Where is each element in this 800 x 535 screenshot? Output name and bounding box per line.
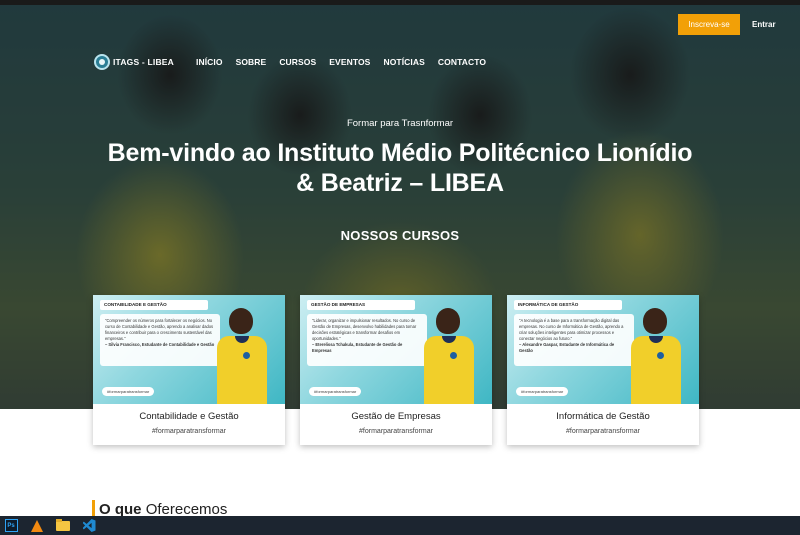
- enroll-button[interactable]: Inscreva-se: [678, 13, 740, 35]
- nav-item-cursos[interactable]: CURSOS: [279, 57, 316, 67]
- vlc-icon: [31, 519, 43, 532]
- header-actions: Inscreva-se Entrar: [678, 12, 800, 36]
- student-photo: [420, 308, 478, 404]
- offer-accent-bar: [92, 500, 95, 516]
- course-image-author: – Eterelissa Tchakula, Estudante de Gest…: [312, 342, 403, 353]
- course-image: CONTABILIDADE E GESTÃO "Compreender os n…: [93, 295, 285, 404]
- course-image-quote: "Compreender os números para fortalecer …: [105, 318, 214, 341]
- photoshop-icon: Ps: [4, 519, 18, 532]
- nav-item-eventos[interactable]: EVENTOS: [329, 57, 370, 67]
- course-card-informatica[interactable]: INFORMÁTICA DE GESTÃO "A tecnologia é a …: [507, 295, 699, 445]
- course-image-header: CONTABILIDADE E GESTÃO: [100, 300, 208, 310]
- vscode-icon: [82, 519, 96, 532]
- course-image-header: GESTÃO DE EMPRESAS: [307, 300, 415, 310]
- course-image-author: – Alexandre Gaspar, Estudante de Informá…: [519, 342, 615, 353]
- course-image-tag: #formarparatransformar: [516, 387, 569, 396]
- taskbar-vscode[interactable]: [80, 518, 98, 534]
- course-image-quote-box: "A tecnologia é a base para a transforma…: [514, 314, 634, 366]
- course-image-author: – Silvia Francisco, Estudante de Contabi…: [105, 342, 215, 347]
- course-title: Informática de Gestão: [556, 411, 650, 422]
- course-image-quote-box: "Compreender os números para fortalecer …: [100, 314, 220, 366]
- hero-title: Bem-vindo ao Instituto Médio Politécnico…: [60, 138, 740, 198]
- nav-item-inicio[interactable]: INÍCIO: [196, 57, 223, 67]
- course-card-contabilidade[interactable]: CONTABILIDADE E GESTÃO "Compreender os n…: [93, 295, 285, 445]
- offer-heading-bold: O que: [99, 501, 142, 516]
- main-navbar: ITAGS - LIBEA INÍCIO SOBRE CURSOS EVENTO…: [94, 53, 499, 71]
- taskbar-file-explorer[interactable]: [54, 518, 72, 534]
- taskbar-photoshop[interactable]: Ps: [2, 518, 20, 534]
- course-image: GESTÃO DE EMPRESAS "Liderar, organizar e…: [300, 295, 492, 404]
- course-image-tag: #formarparatransformar: [102, 387, 155, 396]
- course-image-quote-box: "Liderar, organizar e impulsionar result…: [307, 314, 427, 366]
- hero-tagline: Formar para Trasnformar: [346, 118, 454, 129]
- nav-item-sobre[interactable]: SOBRE: [236, 57, 267, 67]
- hero-title-line-1: Bem-vindo ao Instituto Médio Politécnico…: [107, 139, 693, 167]
- course-hashtag: #formarparatransformar: [152, 428, 226, 435]
- course-image-tag: #formarparatransformar: [309, 387, 362, 396]
- logo-icon[interactable]: [94, 54, 110, 70]
- logo-text[interactable]: ITAGS - LIBEA: [113, 57, 174, 67]
- course-image: INFORMÁTICA DE GESTÃO "A tecnologia é a …: [507, 295, 699, 404]
- course-title: Gestão de Empresas: [351, 411, 441, 422]
- hero-title-line-2: & Beatriz – LIBEA: [296, 169, 504, 197]
- folder-icon: [56, 518, 70, 531]
- student-photo: [213, 308, 271, 404]
- offer-heading-rest: Oferecemos: [145, 501, 228, 516]
- courses-heading: NOSSOS CURSOS: [340, 228, 460, 243]
- nav-links: INÍCIO SOBRE CURSOS EVENTOS NOTÍCIAS CON…: [196, 57, 499, 67]
- course-hashtag: #formarparatransformar: [566, 428, 640, 435]
- nav-item-noticias[interactable]: NOTÍCIAS: [383, 57, 424, 67]
- login-link[interactable]: Entrar: [750, 20, 800, 29]
- nav-item-contacto[interactable]: CONTACTO: [438, 57, 486, 67]
- taskbar-vlc[interactable]: [28, 518, 46, 534]
- student-photo: [627, 308, 685, 404]
- course-title: Contabilidade e Gestão: [139, 411, 239, 422]
- course-image-header: INFORMÁTICA DE GESTÃO: [514, 300, 622, 310]
- offer-heading: O que Oferecemos: [92, 500, 227, 516]
- course-image-quote: "Liderar, organizar e impulsionar result…: [312, 318, 417, 341]
- course-card-gestao-empresas[interactable]: GESTÃO DE EMPRESAS "Liderar, organizar e…: [300, 295, 492, 445]
- course-image-quote: "A tecnologia é a base para a transforma…: [519, 318, 624, 341]
- os-taskbar: Ps: [0, 516, 800, 535]
- course-hashtag: #formarparatransformar: [359, 428, 433, 435]
